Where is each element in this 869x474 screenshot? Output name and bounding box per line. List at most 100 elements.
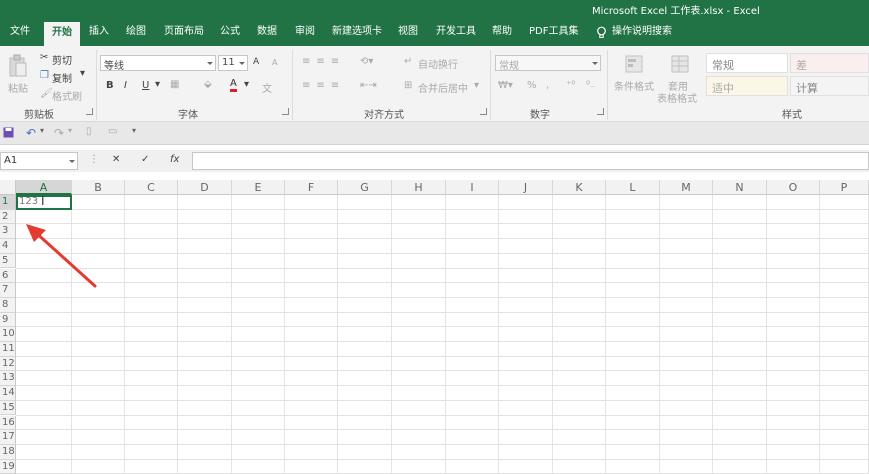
- align-left-icons[interactable]: ≡≡≡: [302, 80, 345, 91]
- tab-review[interactable]: 审阅: [295, 18, 315, 46]
- tab-home[interactable]: 开始: [44, 22, 80, 46]
- formula-input[interactable]: [192, 152, 869, 170]
- tab-developer[interactable]: 开发工具: [436, 18, 476, 46]
- border-icon[interactable]: ▦: [170, 79, 179, 90]
- font-size-select[interactable]: 11: [218, 55, 248, 71]
- copy-dropdown-icon[interactable]: ▾: [80, 68, 85, 79]
- row-header-14[interactable]: 14: [0, 386, 16, 401]
- phonetic-button[interactable]: 文: [262, 80, 272, 95]
- undo-icon[interactable]: ↶: [26, 126, 36, 140]
- column-header-a[interactable]: A: [16, 180, 72, 195]
- currency-icon[interactable]: ₩▾: [498, 80, 513, 91]
- row-header-2[interactable]: 2: [0, 209, 16, 225]
- row-header-5[interactable]: 5: [0, 253, 16, 269]
- number-launcher[interactable]: [597, 108, 604, 115]
- orientation-icon[interactable]: ⟲▾: [360, 56, 373, 67]
- print-preview-icon[interactable]: ▭: [108, 126, 117, 137]
- tab-pdf-tools[interactable]: PDF工具集: [529, 18, 578, 46]
- column-header-f[interactable]: F: [285, 180, 338, 195]
- row-header-18[interactable]: 18: [0, 444, 16, 460]
- tab-data[interactable]: 数据: [257, 18, 277, 46]
- font-color-dropdown-icon[interactable]: ▾: [244, 79, 249, 90]
- tab-formulas[interactable]: 公式: [220, 18, 240, 46]
- column-header-h[interactable]: H: [392, 180, 446, 195]
- customize-qat-icon[interactable]: ▾: [132, 126, 136, 135]
- tab-draw[interactable]: 绘图: [126, 18, 146, 46]
- shrink-font-button[interactable]: A: [272, 58, 277, 67]
- format-as-table-label-2[interactable]: 表格格式: [657, 90, 697, 105]
- column-header-g[interactable]: G: [338, 180, 392, 195]
- percent-button[interactable]: %: [527, 80, 537, 91]
- clipboard-launcher[interactable]: [86, 108, 93, 115]
- style-bad[interactable]: 差: [790, 53, 869, 73]
- row-header-12[interactable]: 12: [0, 356, 16, 372]
- font-name-select[interactable]: 等线: [100, 55, 216, 72]
- underline-button[interactable]: U: [142, 80, 149, 91]
- tab-view[interactable]: 视图: [398, 18, 418, 46]
- style-normal[interactable]: 常规: [706, 53, 788, 73]
- column-header-i[interactable]: I: [446, 180, 499, 195]
- row-header-6[interactable]: 6: [0, 268, 16, 284]
- redo-dropdown-icon[interactable]: ▾: [68, 126, 72, 135]
- column-header-j[interactable]: J: [499, 180, 553, 195]
- wrap-text-button[interactable]: 自动换行: [418, 56, 458, 71]
- row-header-15[interactable]: 15: [0, 400, 16, 416]
- number-format-select[interactable]: 常规: [495, 55, 601, 72]
- cut-button[interactable]: 剪切: [52, 52, 72, 67]
- column-header-c[interactable]: C: [125, 180, 178, 195]
- conditional-format-button[interactable]: 条件格式: [614, 78, 654, 93]
- merge-dropdown-icon[interactable]: ▾: [474, 80, 479, 91]
- column-header-b[interactable]: B: [72, 180, 125, 195]
- grow-font-button[interactable]: A: [253, 57, 259, 67]
- tab-help[interactable]: 帮助: [492, 18, 512, 46]
- column-header-e[interactable]: E: [232, 180, 285, 195]
- row-header-9[interactable]: 9: [0, 312, 16, 328]
- comma-icon[interactable]: ,: [546, 80, 549, 91]
- style-calculation[interactable]: 计算: [790, 76, 869, 96]
- merge-center-button[interactable]: 合并后居中: [418, 80, 468, 95]
- row-header-11[interactable]: 11: [0, 342, 16, 357]
- tab-insert[interactable]: 插入: [89, 18, 109, 46]
- save-icon[interactable]: [3, 127, 14, 138]
- worksheet-grid[interactable]: ABCDEFGHIJKLMNOP 1 2 3 4 5 6 7 8 9 10 11 12 13 14 15 16…: [0, 180, 869, 474]
- font-launcher[interactable]: [282, 108, 289, 115]
- row-header-7[interactable]: 7: [0, 283, 16, 298]
- format-painter-button[interactable]: 格式刷: [52, 88, 82, 103]
- column-header-m[interactable]: M: [660, 180, 713, 195]
- tab-new-tab[interactable]: 新建选项卡: [332, 18, 382, 46]
- tell-me-search[interactable]: 操作说明搜索: [596, 18, 672, 46]
- column-header-n[interactable]: N: [713, 180, 767, 195]
- indent-icons[interactable]: ⇤⇥: [360, 80, 377, 91]
- select-all-corner[interactable]: [0, 180, 16, 195]
- column-header-k[interactable]: K: [553, 180, 606, 195]
- row-header-1[interactable]: 1: [0, 195, 16, 210]
- tab-file[interactable]: 文件: [10, 18, 30, 46]
- row-header-10[interactable]: 10: [0, 327, 16, 342]
- bold-button[interactable]: B: [106, 80, 114, 91]
- row-header-13[interactable]: 13: [0, 371, 16, 387]
- column-header-p[interactable]: P: [820, 180, 869, 195]
- column-header-l[interactable]: L: [606, 180, 660, 195]
- row-header-19[interactable]: 19: [0, 459, 16, 474]
- tab-page-layout[interactable]: 页面布局: [164, 18, 204, 46]
- underline-dropdown-icon[interactable]: ▾: [155, 79, 160, 90]
- row-header-8[interactable]: 8: [0, 297, 16, 313]
- enter-button[interactable]: ✓: [141, 154, 149, 165]
- cancel-entry-button[interactable]: ✕: [112, 154, 120, 165]
- align-top-icons[interactable]: ≡≡≡: [302, 56, 345, 67]
- row-header-17[interactable]: 17: [0, 430, 16, 445]
- insert-function-button[interactable]: fx: [170, 154, 179, 165]
- new-file-icon[interactable]: ▯: [86, 126, 92, 137]
- font-color-button[interactable]: A: [230, 79, 237, 92]
- style-neutral[interactable]: 适中: [706, 76, 788, 96]
- name-box[interactable]: A1: [0, 152, 78, 170]
- increase-decimal-icon[interactable]: ⁺⁰: [566, 80, 575, 91]
- copy-button[interactable]: 复制: [52, 70, 72, 85]
- fill-color-icon[interactable]: ⬙: [204, 79, 212, 90]
- paste-button[interactable]: 粘贴: [8, 80, 28, 95]
- decrease-decimal-icon[interactable]: ⁰₋: [586, 80, 595, 91]
- italic-button[interactable]: I: [124, 80, 127, 91]
- row-header-3[interactable]: 3: [0, 224, 16, 240]
- row-header-16[interactable]: 16: [0, 415, 16, 431]
- redo-icon[interactable]: ↷: [54, 126, 64, 140]
